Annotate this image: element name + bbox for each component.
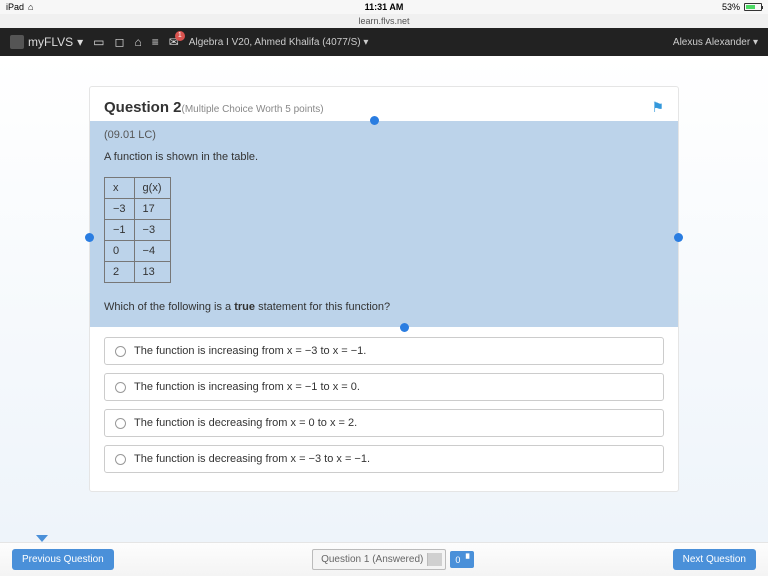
table-cell: −3 <box>134 220 170 241</box>
app-nav-bar: myFLVS ▾ ▭ ◻ ⌂ ≡ ✉1 Algebra I V20, Ahmed… <box>0 28 768 56</box>
wifi-icon: ⌂ <box>28 2 33 12</box>
status-time: 11:31 AM <box>365 2 404 12</box>
selection-handle-icon[interactable] <box>370 116 379 125</box>
answer-option[interactable]: The function is decreasing from x = −3 t… <box>104 445 664 473</box>
table-cell: −3 <box>105 199 135 220</box>
footer-bar: Previous Question Question 1 (Answered) … <box>0 542 768 576</box>
browser-url: learn.flvs.net <box>0 14 768 28</box>
option-text: The function is decreasing from x = −3 t… <box>134 453 370 465</box>
question-number: Question 2 <box>104 99 182 116</box>
main-area: Question 2(Multiple Choice Worth 5 point… <box>0 56 768 542</box>
previous-question-button[interactable]: Previous Question <box>12 549 114 570</box>
inbox-icon[interactable]: ◻ <box>115 35 125 49</box>
question-card: Question 2(Multiple Choice Worth 5 point… <box>89 86 679 492</box>
device-label: iPad <box>6 2 24 12</box>
question-body: (09.01 LC) A function is shown in the ta… <box>90 121 678 327</box>
question-meta: (Multiple Choice Worth 5 points) <box>182 104 324 115</box>
brand-logo-icon <box>10 35 24 49</box>
answer-option[interactable]: The function is increasing from x = −1 t… <box>104 373 664 401</box>
options-list: The function is increasing from x = −3 t… <box>90 327 678 491</box>
flag-icon[interactable]: ⚑ <box>651 99 664 116</box>
battery-percent: 53% <box>722 2 740 12</box>
table-cell: −4 <box>134 241 170 262</box>
question-stem: Which of the following is a true stateme… <box>104 301 664 313</box>
answer-option[interactable]: The function is increasing from x = −3 t… <box>104 337 664 365</box>
radio-icon <box>115 418 126 429</box>
option-text: The function is increasing from x = −1 t… <box>134 381 360 393</box>
question-code: (09.01 LC) <box>104 129 664 141</box>
radio-icon <box>115 454 126 465</box>
brand-text: myFLVS <box>28 35 73 49</box>
question-select[interactable]: Question 1 (Answered) <box>312 549 446 570</box>
chat-icon: ▝ <box>462 554 469 565</box>
table-header: g(x) <box>134 178 170 199</box>
option-text: The function is increasing from x = −3 t… <box>134 345 366 357</box>
table-cell: 2 <box>105 262 135 283</box>
caret-down-icon: ▾ <box>77 35 83 49</box>
question-prompt: A function is shown in the table. <box>104 151 664 163</box>
table-cell: 0 <box>105 241 135 262</box>
user-menu[interactable]: Alexus Alexander ▾ <box>673 37 758 48</box>
course-crumb[interactable]: Algebra I V20, Ahmed Khalifa (4077/S) ▾ <box>189 37 369 48</box>
mail-badge: 1 <box>175 31 185 41</box>
ios-status-bar: iPad ⌂ 11:31 AM 53% <box>0 0 768 14</box>
table-cell: 13 <box>134 262 170 283</box>
list-icon[interactable]: ≡ <box>152 35 159 49</box>
table-cell: −1 <box>105 220 135 241</box>
table-cell: 17 <box>134 199 170 220</box>
function-table: xg(x) −317 −1−3 0−4 213 <box>104 177 171 283</box>
mail-icon[interactable]: ✉1 <box>169 35 179 49</box>
option-text: The function is decreasing from x = 0 to… <box>134 417 357 429</box>
selection-handle-icon[interactable] <box>674 233 683 242</box>
table-header: x <box>105 178 135 199</box>
next-question-button[interactable]: Next Question <box>673 549 756 570</box>
radio-icon <box>115 346 126 357</box>
battery-icon <box>744 3 762 11</box>
selection-handle-icon[interactable] <box>400 323 409 332</box>
radio-icon <box>115 382 126 393</box>
selection-handle-icon[interactable] <box>85 233 94 242</box>
book-icon[interactable]: ▭ <box>93 35 104 49</box>
brand[interactable]: myFLVS ▾ <box>10 35 83 49</box>
message-count[interactable]: 0▝ <box>450 551 474 568</box>
answer-option[interactable]: The function is decreasing from x = 0 to… <box>104 409 664 437</box>
dropdown-toggle-icon[interactable] <box>36 535 48 542</box>
home-icon[interactable]: ⌂ <box>134 35 141 49</box>
